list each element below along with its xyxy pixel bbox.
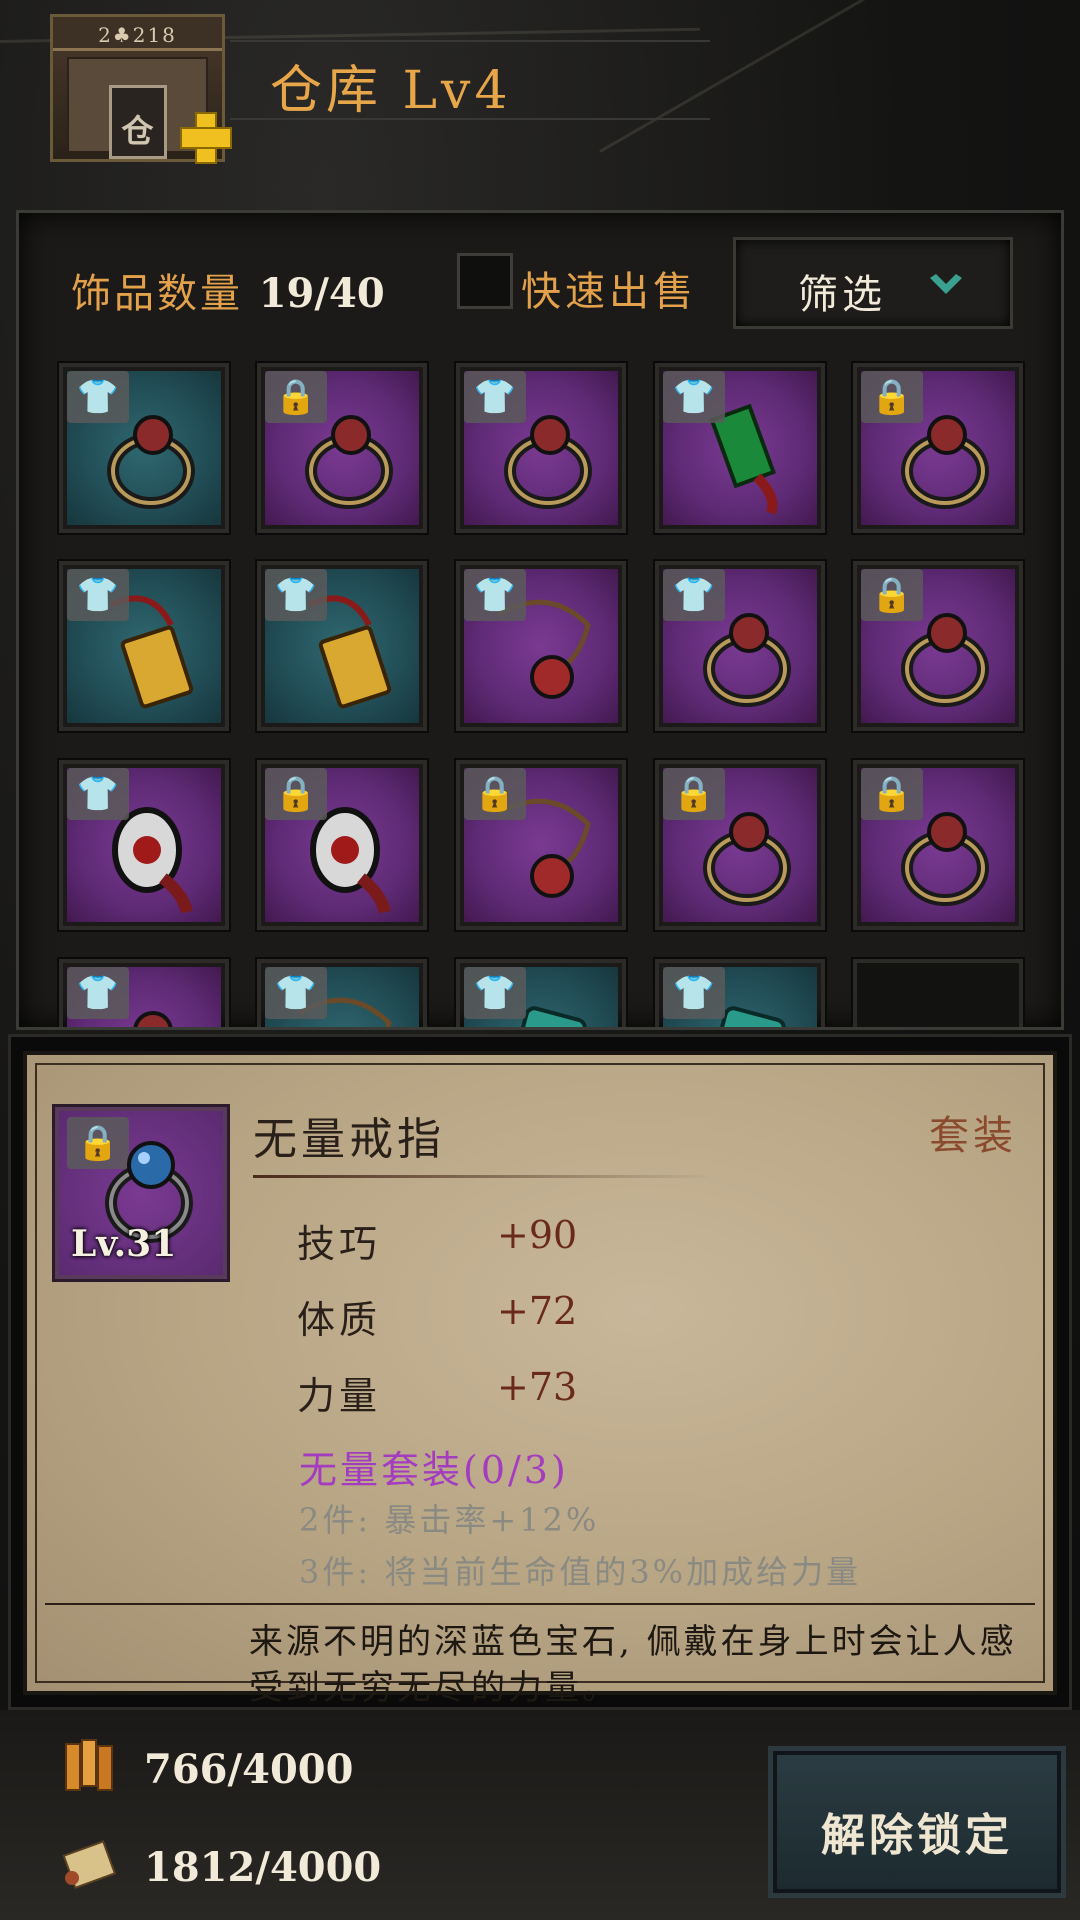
inventory-slot[interactable]: 👕 [655,561,825,731]
inventory-slot[interactable]: 🔒 [853,363,1023,533]
quick-sell-checkbox[interactable] [457,253,513,309]
lock-icon: 🔒 [861,768,923,820]
count-value: 19/40 [258,270,385,317]
inventory-slot[interactable]: 🔒 [456,760,626,930]
building-door-glyph: 仓 [121,112,154,150]
set-tag: 套装 [929,1113,1017,1159]
lock-icon: 🔒 [663,768,725,820]
inventory-slot[interactable]: 👕 [456,561,626,731]
scroll-resource-icon [62,1840,117,1890]
lock-icon: 🔒 [265,371,327,423]
inventory-slot[interactable]: 👕 [59,561,229,731]
inventory-slot[interactable]: 🔒 [853,561,1023,731]
stat-value: +90 [497,1213,578,1257]
shirt-icon: 👕 [265,967,327,1019]
selected-item-icon: 🔒 Lv.31 [55,1107,227,1279]
wood-resource-icon [65,1739,113,1791]
stat-label: 体质 [297,1298,382,1342]
set-name: 无量套装(0/3) [299,1448,569,1492]
shirt-icon: 👕 [663,967,725,1019]
building-door: 仓 [108,85,167,159]
inventory-slot[interactable]: 👕 [59,363,229,533]
shirt-icon: 👕 [67,569,129,621]
shirt-icon: 👕 [265,569,327,621]
upgrade-plus-icon[interactable] [178,110,232,164]
set-bonus-2: 2件: 暴击率+12% [299,1501,600,1539]
inventory-slot[interactable]: 👕 [257,561,427,731]
item-name: 无量戒指 [253,1114,445,1165]
lock-icon: 🔒 [464,768,526,820]
shirt-icon: 👕 [464,371,526,423]
inventory-slot[interactable]: 👕 [456,959,626,1027]
shirt-icon: 👕 [67,967,129,1019]
footer: 766/4000 1812/4000 解除锁定 [0,1710,1080,1920]
quick-sell-label[interactable]: 快速出售 [521,259,697,317]
item-level: Lv.31 [71,1223,177,1265]
shirt-icon: 👕 [67,371,129,423]
filter-dropdown[interactable]: 筛选 [733,237,1013,329]
inventory-slot[interactable]: 👕 [59,760,229,930]
shirt-icon: 👕 [663,371,725,423]
header: 2♣218 仓 仓库 Lv4 [0,0,1080,190]
chevron-down-icon [930,274,962,294]
building-roof: 2♣218 [53,17,222,51]
inventory-slot[interactable]: 👕 [655,363,825,533]
page-title: 仓库 Lv4 [270,61,512,121]
inventory-slot[interactable]: 👕 [257,959,427,1027]
filter-label: 筛选 [798,272,886,318]
detail-paper: 🔒 Lv.31 无量戒指 套装 技巧 +90 体质 +72 力量 +73 无量套… [23,1051,1057,1708]
lock-icon: 🔒 [861,371,923,423]
stat-label: 技巧 [297,1222,382,1266]
shirt-icon: 👕 [663,569,725,621]
inventory-slot[interactable]: 👕 [59,959,229,1027]
resource-1-value: 766/4000 [144,1746,354,1793]
inventory-panel: 饰品数量 19/40 快速出售 筛选 👕 🔒 👕 👕 🔒 👕 👕 👕 👕 🔒 👕 🔒 🔒 🔒 🔒 👕 👕 👕 👕 [16,210,1064,1030]
stat-value: +72 [497,1289,578,1333]
inventory-slot[interactable]: 🔒 [257,760,427,930]
inventory-slot[interactable] [853,959,1023,1027]
inventory-slot[interactable]: 👕 [456,363,626,533]
lock-icon: 🔒 [265,768,327,820]
count-label: 饰品数量 [71,271,243,317]
inventory-slot[interactable]: 🔒 [257,363,427,533]
stat-label: 力量 [297,1374,382,1418]
resource-2-value: 1812/4000 [144,1844,382,1891]
stat-value: +73 [497,1365,578,1409]
building-sign: 2♣218 [98,23,177,47]
shirt-icon: 👕 [464,569,526,621]
accessory-count: 饰品数量 19/40 [71,261,385,319]
unlock-button[interactable]: 解除锁定 [768,1746,1066,1898]
description-divider [45,1603,1035,1605]
lock-icon: 🔒 [861,569,923,621]
item-detail-card: 🔒 Lv.31 无量戒指 套装 技巧 +90 体质 +72 力量 +73 无量套… [8,1034,1072,1710]
inventory-slot[interactable]: 👕 [655,959,825,1027]
inventory-slot[interactable]: 🔒 [853,760,1023,930]
shirt-icon: 👕 [464,967,526,1019]
set-bonus-3: 3件: 将当前生命值的3%加成给力量 [299,1553,862,1591]
item-description: 来源不明的深蓝色宝石, 佩戴在身上时会让人感受到无穷无尽的力量。 [249,1622,1017,1708]
inventory-slot[interactable]: 🔒 [655,760,825,930]
shirt-icon: 👕 [67,768,129,820]
name-divider [253,1175,713,1178]
unlock-label: 解除锁定 [821,1810,1013,1861]
